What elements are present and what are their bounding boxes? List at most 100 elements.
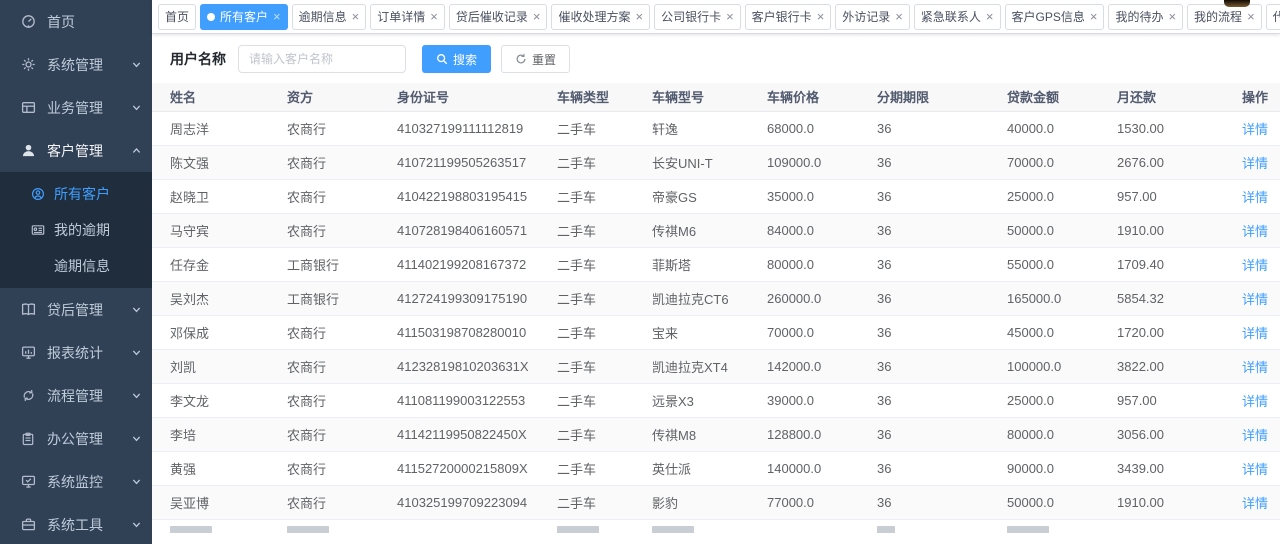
sidebar-item-label: 系统监控 [47,472,103,492]
tab-item[interactable]: 代签任务× [1266,4,1280,30]
sidebar-item[interactable]: 系统工具 [0,503,152,544]
sidebar-subitem[interactable]: 所有客户 [0,176,152,212]
sidebar-item[interactable]: 报表统计 [0,331,152,374]
sidebar-item[interactable]: 系统管理 [0,43,152,86]
active-dot [207,13,215,21]
detail-link[interactable]: 详情 [1242,190,1268,205]
cell-funder: 农商行 [287,315,397,349]
detail-link[interactable]: 详情 [1242,224,1268,239]
close-icon[interactable]: × [726,10,734,23]
tab-label: 订单详情 [377,8,425,25]
tab-item[interactable]: 催收处理方案× [551,4,650,30]
close-icon[interactable]: × [430,10,438,23]
close-icon[interactable]: × [273,10,281,23]
search-input[interactable] [238,45,406,73]
cell-action: 详情 [1242,383,1280,417]
table-row: 吴刘杰工商银行412724199309175190二手车凯迪拉克CT626000… [152,281,1280,315]
column-header: 贷款金额 [1007,83,1117,111]
cell-loan: 25000.0 [1007,179,1117,213]
cell-term: 36 [877,383,1007,417]
cell-monthly: 957.00 [1117,383,1242,417]
tab-item[interactable]: 客户GPS信息 × [1005,4,1105,30]
detail-link[interactable]: 详情 [1242,462,1268,477]
table-row-partial [152,519,1280,533]
sidebar-item[interactable]: 首页 [0,0,152,43]
cell-type: 二手车 [557,315,652,349]
cell-term: 36 [877,349,1007,383]
cell-term: 36 [877,247,1007,281]
table-row: 邓保成农商行411503198708280010二手车宝来70000.03645… [152,315,1280,349]
cell-monthly [1117,519,1242,533]
close-icon[interactable]: × [635,10,643,23]
tab-item[interactable]: 紧急联系人× [914,4,1001,30]
detail-link[interactable]: 详情 [1242,326,1268,341]
cell-monthly: 1910.00 [1117,485,1242,519]
detail-link[interactable]: 详情 [1242,394,1268,409]
close-icon[interactable]: × [1247,10,1255,23]
sidebar-subitem[interactable]: 逾期信息 [0,248,152,284]
cell-name: 黄强 [152,451,287,485]
chevron-down-icon [131,519,142,530]
search-button[interactable]: 搜索 [422,45,491,73]
cell-price [767,519,877,533]
close-icon[interactable]: × [986,10,994,23]
detail-link[interactable]: 详情 [1242,428,1268,443]
cell-price: 77000.0 [767,485,877,519]
search-button-label: 搜索 [453,51,477,68]
detail-link[interactable]: 详情 [1242,496,1268,511]
clipped-text [1007,520,1117,533]
close-icon[interactable]: × [817,10,825,23]
tab-item[interactable]: 我的流程× [1187,4,1262,30]
tab-item[interactable]: 公司银行卡× [654,4,741,30]
dashboard-icon [20,14,36,30]
detail-link[interactable]: 详情 [1242,156,1268,171]
cell-price: 68000.0 [767,111,877,145]
tab-item[interactable]: 订单详情 × [370,4,445,30]
close-icon[interactable]: × [533,10,541,23]
close-icon[interactable]: × [895,10,903,23]
close-icon[interactable]: × [1168,10,1176,23]
tab-label: 客户GPS信息 [1012,8,1085,25]
tab-item[interactable]: 外访记录× [835,4,910,30]
cell-action: 详情 [1242,111,1280,145]
sidebar-item[interactable]: 系统监控 [0,460,152,503]
tab-item[interactable]: 我的待办× [1108,4,1183,30]
tab-label: 逾期信息 [299,8,347,25]
chevron-down-icon [131,304,142,315]
chevron-up-icon [131,145,142,156]
reset-button[interactable]: 重置 [501,45,570,73]
cell-monthly: 5854.32 [1117,281,1242,315]
tab-item[interactable]: 贷后催收记录× [449,4,548,30]
text-fragment [557,526,599,533]
detail-link[interactable]: 详情 [1242,258,1268,273]
cell-action: 详情 [1242,451,1280,485]
tab-item[interactable]: 客户银行卡× [745,4,832,30]
sidebar-item[interactable]: 业务管理 [0,86,152,129]
cell-name: 刘凯 [152,349,287,383]
clipped-text [557,520,652,533]
cell-type: 二手车 [557,451,652,485]
close-icon[interactable]: × [352,10,360,23]
detail-link[interactable]: 详情 [1242,122,1268,137]
cell-action: 详情 [1242,315,1280,349]
sidebar-subitem[interactable]: 我的逾期 [0,212,152,248]
cell-type: 二手车 [557,145,652,179]
text-fragment [652,526,694,533]
avatar-partial[interactable] [1224,0,1250,7]
sidebar-item[interactable]: 办公管理 [0,417,152,460]
sidebar-item[interactable]: 流程管理 [0,374,152,417]
close-icon[interactable]: × [1090,10,1098,23]
detail-link[interactable]: 详情 [1242,292,1268,307]
refresh-icon [515,53,527,65]
table-row: 刘凯农商行41232819810203631X二手车凯迪拉克XT4142000.… [152,349,1280,383]
toolbox-icon [20,517,36,533]
cell-action [1242,519,1280,533]
tab-item[interactable]: 首页 [158,4,196,30]
sidebar-item[interactable]: 客户管理 [0,129,152,172]
tab-item[interactable]: 逾期信息 × [292,4,367,30]
chevron-down-icon [131,390,142,401]
customers-table: 姓名资方身份证号车辆类型车辆型号车辆价格分期期限贷款金额月还款操作 周志洋农商行… [152,83,1280,533]
detail-link[interactable]: 详情 [1242,360,1268,375]
sidebar-item[interactable]: 贷后管理 [0,288,152,331]
tab-active[interactable]: 所有客户× [200,4,288,30]
